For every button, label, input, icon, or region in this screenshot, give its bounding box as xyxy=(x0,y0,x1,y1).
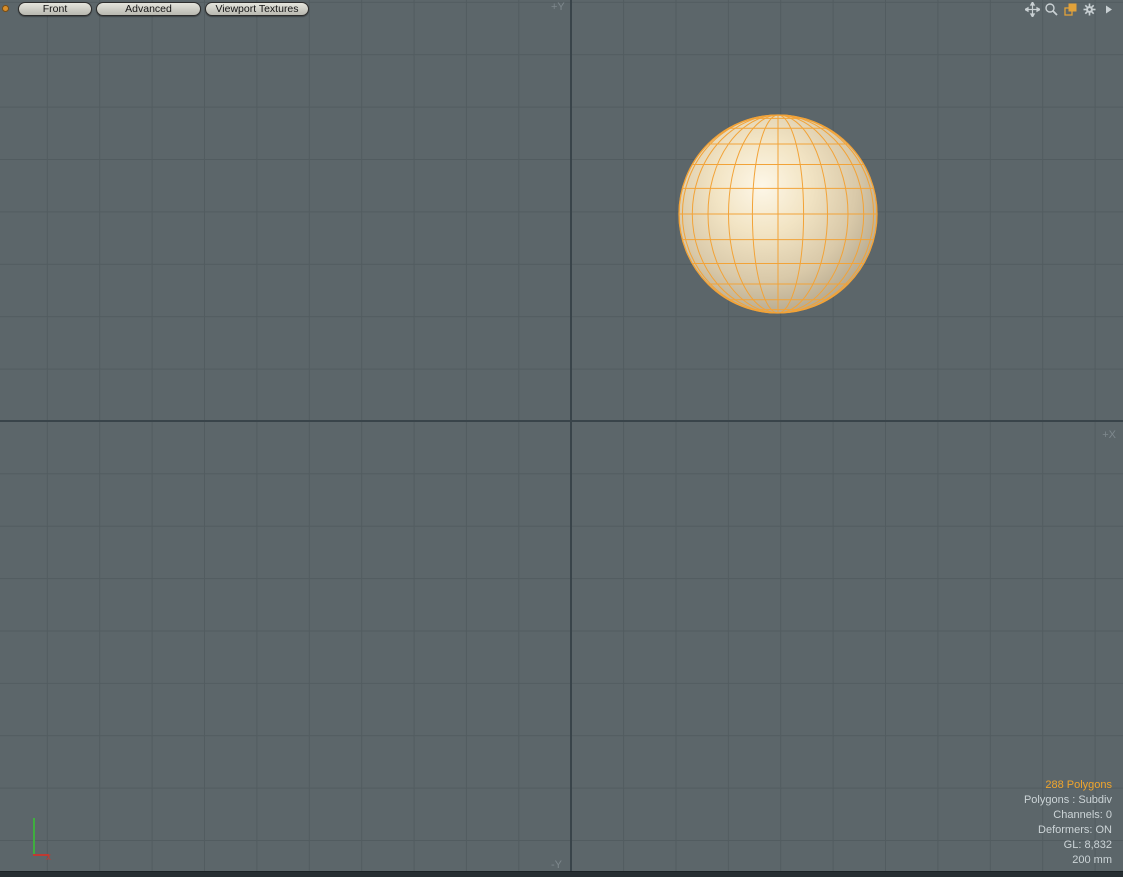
gizmo-y-axis xyxy=(33,818,35,856)
status-gl-count: GL: 8,832 xyxy=(1063,839,1112,851)
status-channels: Channels: 0 xyxy=(1053,809,1112,821)
viewport-corner-widget[interactable] xyxy=(2,5,9,12)
pan-icon[interactable] xyxy=(1025,2,1040,17)
status-polygon-mode: Polygons : Subdiv xyxy=(1023,794,1112,806)
grid-axis-vertical xyxy=(570,0,572,871)
viewport-status-block: 288 Polygons Polygons : Subdiv Channels:… xyxy=(1024,778,1112,868)
viewport-textures-button[interactable]: Viewport Textures xyxy=(205,2,309,16)
maximize-icon[interactable] xyxy=(1063,2,1078,17)
view-mode-button[interactable]: Front xyxy=(18,2,92,16)
axis-label-plus-y: +Y xyxy=(551,1,565,13)
axis-label-minus-y: -Y xyxy=(551,859,562,871)
bottom-bar xyxy=(0,871,1123,877)
status-deformers: Deformers: ON xyxy=(1038,824,1112,836)
grid-axis-horizontal xyxy=(0,420,1123,422)
expand-arrow-icon[interactable] xyxy=(1101,2,1116,17)
subdiv-sphere-mesh[interactable] xyxy=(678,114,878,314)
gear-icon[interactable] xyxy=(1082,2,1097,17)
shading-mode-button[interactable]: Advanced xyxy=(96,2,201,16)
zoom-icon[interactable] xyxy=(1044,2,1059,17)
axis-gizmo: x xyxy=(28,816,68,864)
status-polygon-count: 288 Polygons xyxy=(1045,779,1112,791)
gizmo-x-label: x xyxy=(46,852,51,863)
axis-label-plus-x: +X xyxy=(1102,429,1116,441)
viewport-icon-row xyxy=(1025,2,1116,17)
status-grid-scale: 200 mm xyxy=(1072,854,1112,866)
3d-viewport[interactable]: Front Advanced Viewport Textures +Y +X -… xyxy=(0,0,1123,877)
